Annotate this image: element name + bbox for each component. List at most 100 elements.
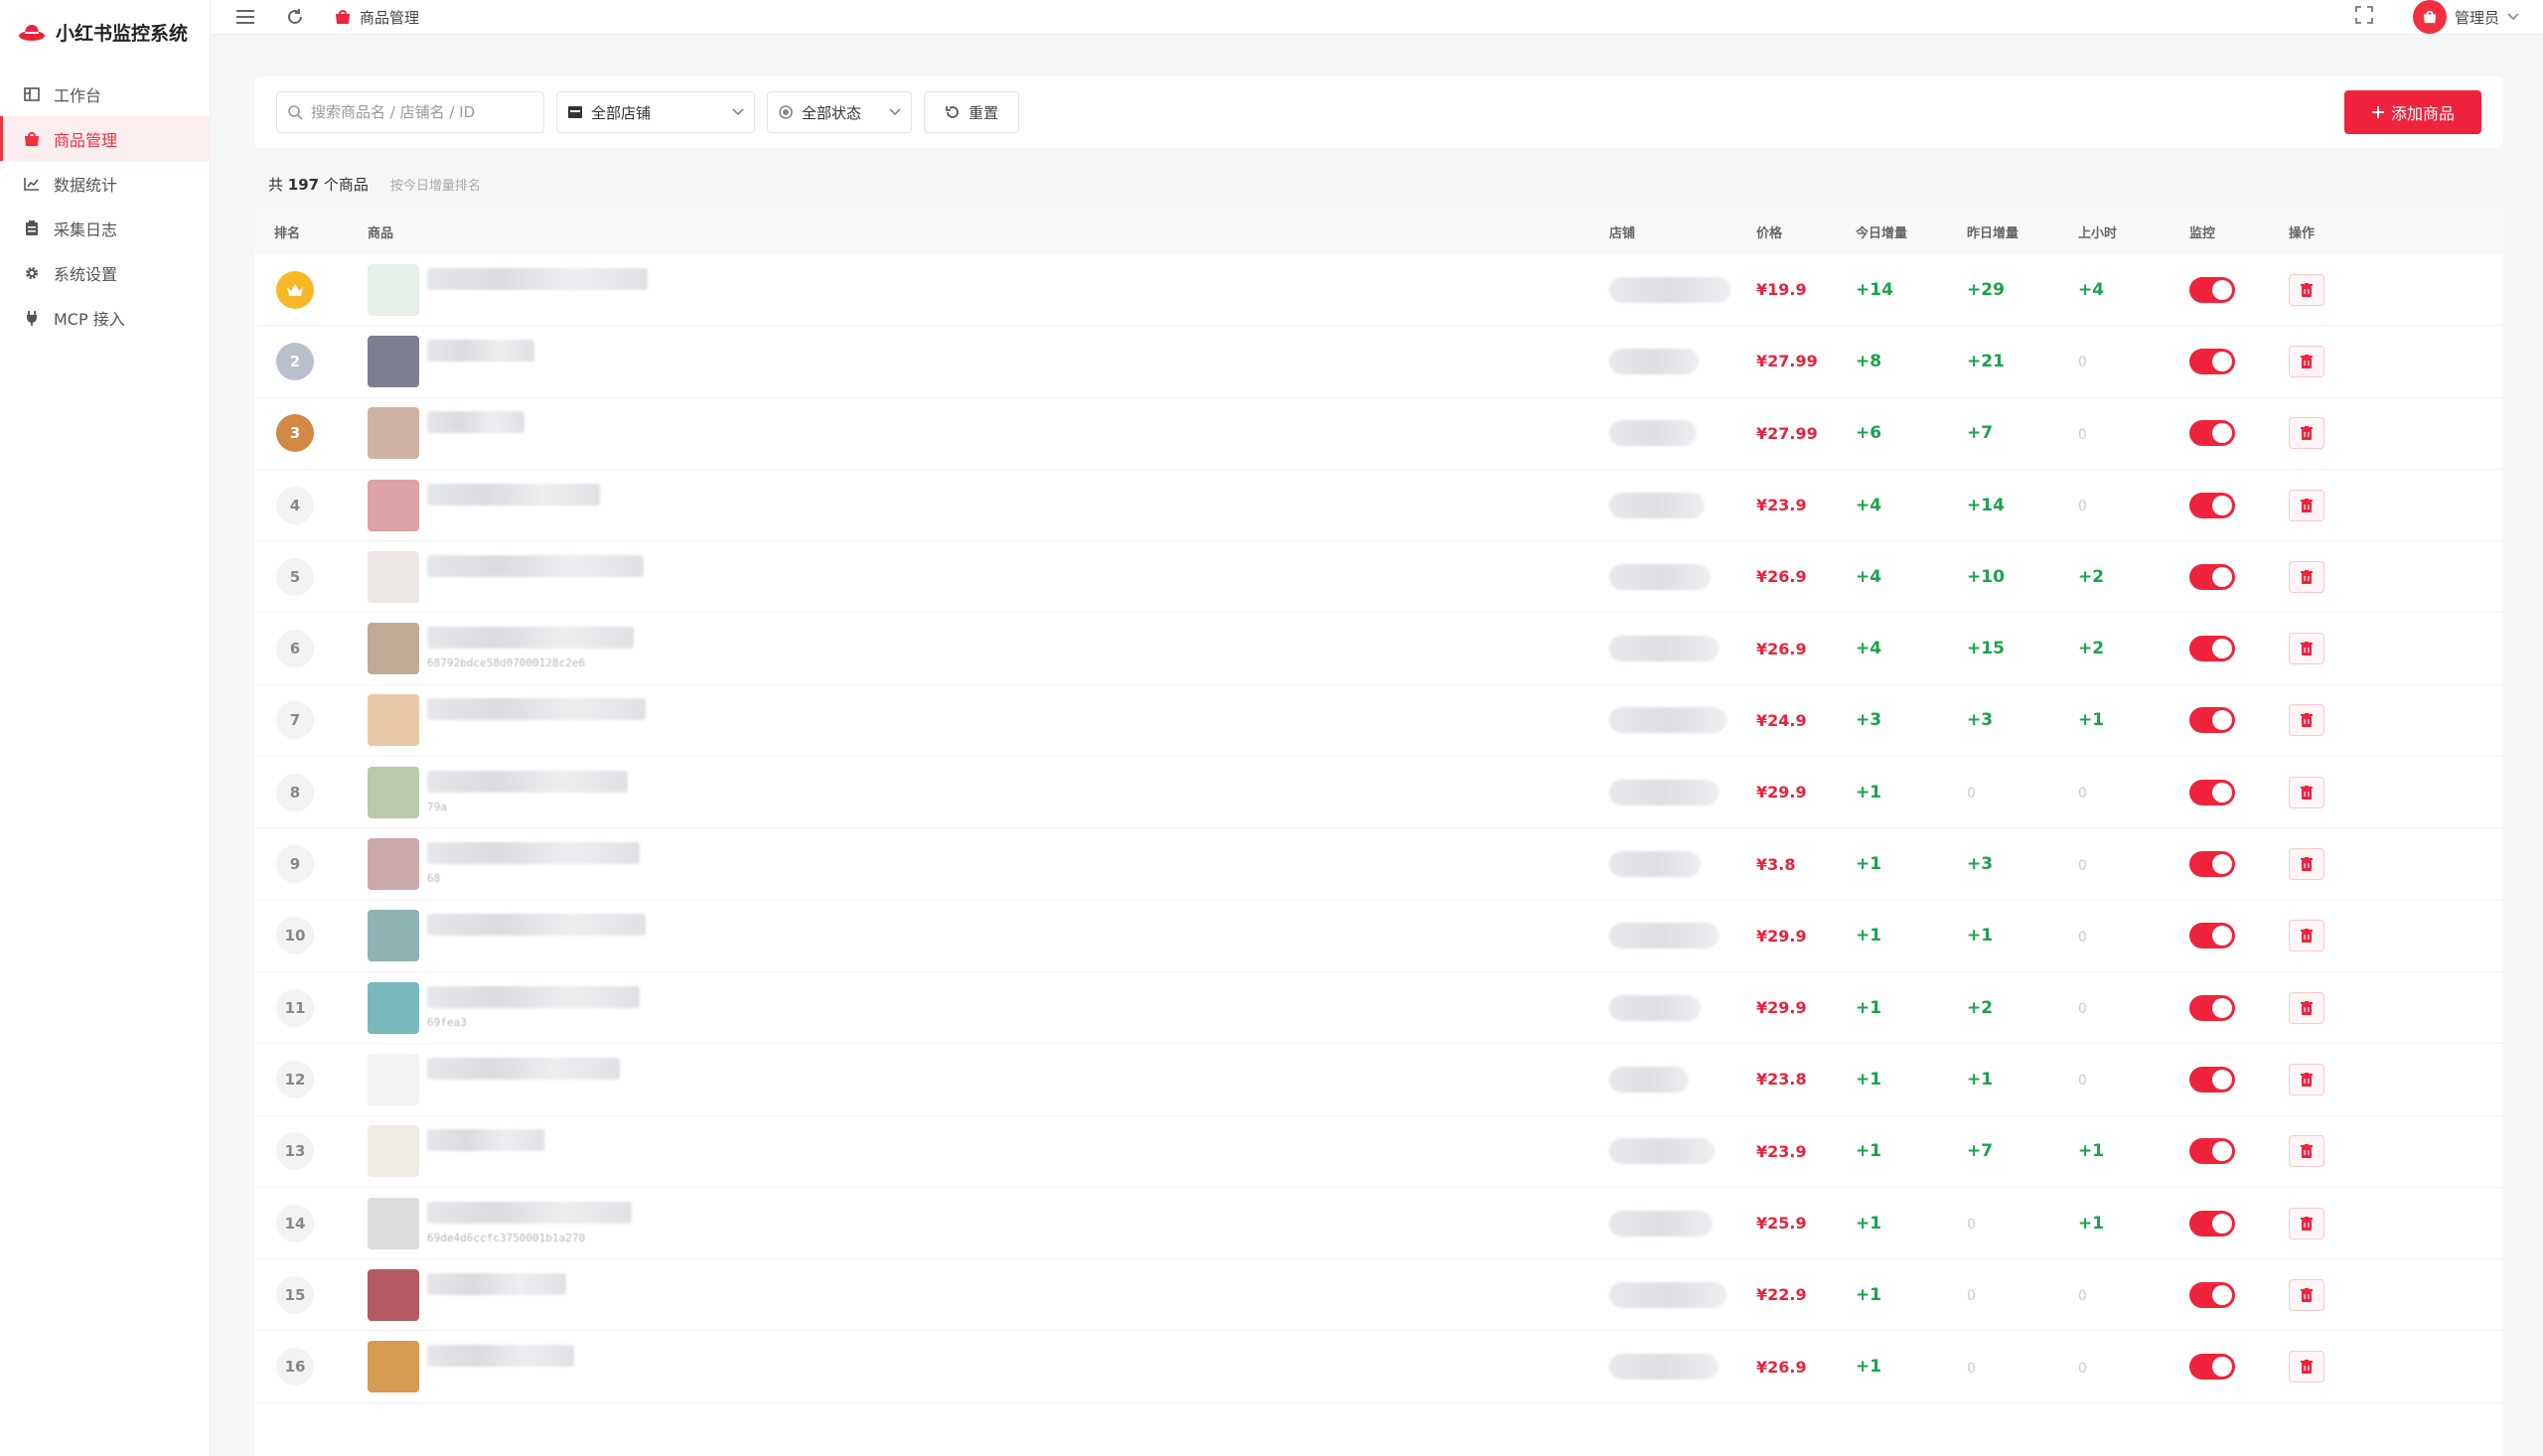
yesterday-value: +2: [1967, 997, 1994, 1018]
delete-button[interactable]: [2289, 560, 2324, 593]
delete-button[interactable]: [2289, 991, 2324, 1024]
fullscreen-icon[interactable]: [2355, 6, 2373, 28]
monitor-toggle[interactable]: [2189, 348, 2235, 374]
trash-icon: [2301, 642, 2313, 656]
delete-button[interactable]: [2289, 848, 2324, 881]
monitor-toggle[interactable]: [2189, 492, 2235, 518]
monitor-toggle[interactable]: [2189, 636, 2235, 662]
delete-button[interactable]: [2289, 1135, 2324, 1168]
yesterday-value: +14: [1967, 495, 2005, 515]
delete-button[interactable]: [2289, 417, 2324, 450]
product-name-blurred: [427, 554, 644, 577]
product-cell[interactable]: [368, 694, 1609, 747]
monitor-toggle[interactable]: [2189, 1210, 2235, 1237]
trash-icon: [2301, 282, 2313, 297]
trash-icon: [2301, 713, 2313, 728]
product-cell[interactable]: 68: [368, 838, 1609, 891]
monitor-toggle[interactable]: [2189, 707, 2235, 734]
product-cell[interactable]: [368, 910, 1609, 962]
add-product-label: 添加商品: [2390, 104, 2455, 123]
product-cell[interactable]: [368, 1125, 1609, 1178]
product-cell[interactable]: [368, 1053, 1609, 1105]
price-value: ¥29.9: [1756, 926, 1807, 946]
delete-button[interactable]: [2289, 1351, 2324, 1383]
refresh-icon[interactable]: [284, 6, 306, 28]
monitor-toggle[interactable]: [2189, 420, 2235, 447]
sidebar-item-3[interactable]: 采集日志: [0, 206, 210, 250]
product-cell[interactable]: 68792bdce58d07000128c2e6: [368, 623, 1609, 675]
table-row: 2 ¥27.99 +8 +21 0: [254, 326, 2503, 398]
product-cell[interactable]: [368, 407, 1609, 460]
filter-bar: 全部店铺 全部状态 重置 添加商品: [254, 76, 2503, 148]
today-value: +1: [1856, 1069, 1882, 1090]
sidebar-item-4[interactable]: 系统设置: [0, 250, 210, 295]
product-id: 79a: [427, 800, 447, 813]
search-input[interactable]: [311, 103, 533, 121]
product-cell[interactable]: 69de4d6ccfc3750001b1a270: [368, 1197, 1609, 1249]
product-cell[interactable]: 69fea3: [368, 981, 1609, 1034]
delete-button[interactable]: [2289, 1207, 2324, 1239]
app-logo[interactable]: 小红书监控系统: [0, 0, 210, 64]
product-cell[interactable]: [368, 263, 1609, 316]
monitor-toggle[interactable]: [2189, 851, 2235, 878]
sidebar-item-label: 数据统计: [54, 175, 118, 195]
table-row: 9 68 ¥3.8 +1 +3 0: [254, 828, 2503, 901]
delete-button[interactable]: [2289, 704, 2324, 737]
line-chart-icon: [23, 175, 41, 193]
delete-button[interactable]: [2289, 489, 2324, 521]
product-table: 排名 商品 店铺 价格 今日增量 昨日增量 上小时 监控 操作 ¥19.9 +14 +29 +4 2 ¥2…: [254, 209, 2503, 1456]
product-name-blurred: [427, 411, 524, 434]
table-row: 15 ¥22.9 +1 0 0: [254, 1259, 2503, 1332]
product-name-blurred: [427, 1201, 632, 1224]
delete-button[interactable]: [2289, 345, 2324, 377]
reset-button[interactable]: 重置: [924, 91, 1020, 133]
monitor-toggle[interactable]: [2189, 1281, 2235, 1308]
add-product-button[interactable]: 添加商品: [2344, 90, 2481, 134]
sidebar: 小红书监控系统 工作台 商品管理数据统计采集日志 系统设置 MCP 接入: [0, 0, 211, 1456]
monitor-toggle[interactable]: [2189, 994, 2235, 1021]
user-menu[interactable]: 管理员: [2412, 0, 2519, 34]
last_hour-value: 0: [2078, 929, 2087, 946]
delete-button[interactable]: [2289, 920, 2324, 952]
monitor-toggle[interactable]: [2189, 923, 2235, 949]
product-name-blurred: [427, 1272, 566, 1295]
monitor-toggle[interactable]: [2189, 779, 2235, 805]
product-cell[interactable]: 79a: [368, 766, 1609, 818]
product-name-blurred: [427, 267, 648, 290]
menu-toggle-icon[interactable]: [234, 6, 256, 28]
delete-button[interactable]: [2289, 776, 2324, 808]
product-cell[interactable]: [368, 335, 1609, 387]
sidebar-menu: 工作台 商品管理数据统计采集日志 系统设置 MCP 接入: [0, 72, 210, 340]
shop-select[interactable]: 全部店铺: [556, 91, 755, 133]
sidebar-item-0[interactable]: 工作台: [0, 72, 210, 116]
product-cell[interactable]: [368, 1268, 1609, 1321]
monitor-toggle[interactable]: [2189, 1138, 2235, 1165]
sidebar-item-1[interactable]: 商品管理: [0, 116, 210, 161]
sidebar-item-2[interactable]: 数据统计: [0, 161, 210, 206]
shop-bag-icon: [336, 10, 350, 24]
delete-button[interactable]: [2289, 1278, 2324, 1311]
today-value: +1: [1856, 782, 1882, 802]
monitor-toggle[interactable]: [2189, 563, 2235, 590]
last_hour-value: +4: [2078, 279, 2105, 300]
monitor-toggle[interactable]: [2189, 276, 2235, 303]
product-cell[interactable]: [368, 479, 1609, 531]
product-cell[interactable]: [368, 1341, 1609, 1393]
delete-button[interactable]: [2289, 273, 2324, 306]
rank-badge: 15: [276, 1275, 314, 1314]
search-box[interactable]: [276, 91, 544, 133]
rank-badge: 3: [276, 414, 314, 453]
delete-button[interactable]: [2289, 633, 2324, 665]
status-select[interactable]: 全部状态: [767, 91, 912, 133]
monitor-toggle[interactable]: [2189, 1354, 2235, 1381]
last_hour-value: 0: [2078, 1073, 2087, 1090]
today-value: +1: [1856, 1284, 1882, 1305]
monitor-toggle[interactable]: [2189, 1066, 2235, 1092]
price-value: ¥23.8: [1756, 1070, 1807, 1090]
price-value: ¥19.9: [1756, 280, 1807, 300]
yesterday-value: +3: [1967, 710, 1994, 731]
product-cell[interactable]: [368, 550, 1609, 603]
delete-button[interactable]: [2289, 1063, 2324, 1095]
sidebar-item-5[interactable]: MCP 接入: [0, 295, 210, 340]
today-value: +4: [1856, 639, 1882, 659]
